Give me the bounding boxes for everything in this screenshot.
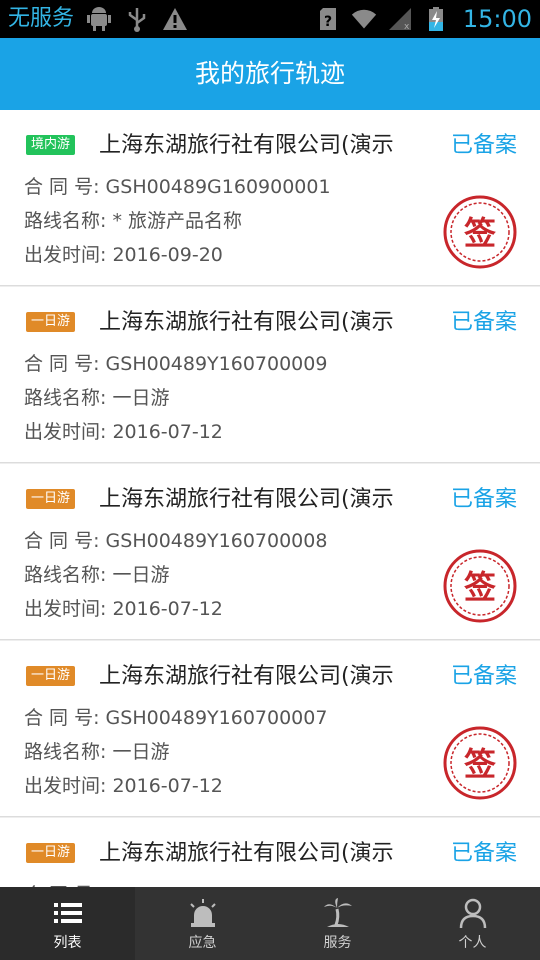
nav-label: 列表 [53, 935, 82, 951]
bottom-nav: 列表 应急 服务 个人 [0, 887, 540, 960]
nav-label: 服务 [323, 935, 352, 951]
departure-date: 2016-09-20 [112, 244, 223, 266]
route-row: 路线名称: * 旅游产品名称 [24, 206, 242, 236]
route-name: 一日游 [112, 387, 170, 409]
signal-icon: x [387, 6, 413, 32]
status-bar: 无服务 ? x 15:00 [0, 0, 540, 38]
sim-unknown-icon: ? [315, 6, 341, 32]
departure-label: 出发时间: [24, 598, 107, 620]
trip-card[interactable]: 一日游 上海东湖旅行社有限公司(演示 已备案 合 同 号: GSH00489Y1… [0, 641, 540, 817]
route-name: 一日游 [112, 741, 170, 763]
contract-label: 合 同 号: [24, 176, 100, 198]
company-name: 上海东湖旅行社有限公司(演示 [99, 841, 394, 866]
wifi-icon [351, 6, 377, 32]
contract-row: 合 同 号: GSH00489G160900001 [24, 172, 331, 202]
palm-tree-icon [323, 898, 352, 927]
contract-number: GSH00489Y160700009 [105, 353, 328, 375]
title-bar: 我的旅行轨迹 [0, 38, 540, 110]
nav-item-list[interactable]: 列表 [0, 887, 135, 960]
svg-text:x: x [404, 22, 410, 32]
carrier-text: 无服务 [8, 6, 75, 31]
departure-row: 出发时间: 2016-09-20 [24, 240, 223, 270]
signed-seal-icon: 签 [443, 549, 517, 623]
route-name: 一日游 [112, 564, 170, 586]
seal-text: 签 [464, 214, 496, 252]
trip-type-badge: 一日游 [26, 666, 76, 686]
contract-label: 合 同 号: [24, 707, 100, 729]
alarm-icon [189, 899, 216, 927]
company-name: 上海东湖旅行社有限公司(演示 [99, 133, 394, 158]
contract-row: 合 同 号: GSH00489Y160700009 [24, 349, 327, 379]
trip-card[interactable]: 一日游 上海东湖旅行社有限公司(演示 已备案 合 同 号: GSH00489Y1… [0, 287, 540, 463]
departure-date: 2016-07-12 [112, 421, 223, 443]
signed-seal-icon: 签 [443, 726, 517, 800]
departure-row: 出发时间: 2016-07-12 [24, 771, 223, 801]
android-icon [86, 6, 112, 32]
route-label: 路线名称: [24, 387, 107, 409]
clock-text: 15:00 [462, 5, 532, 33]
contract-label: 合 同 号: [24, 530, 100, 552]
departure-label: 出发时间: [24, 421, 107, 443]
nav-item-personal[interactable]: 个人 [405, 887, 540, 960]
departure-row: 出发时间: 2016-07-12 [24, 417, 223, 447]
trip-card[interactable]: 境内游 上海东湖旅行社有限公司(演示 已备案 合 同 号: GSH00489G1… [0, 110, 540, 286]
trip-list[interactable]: 境内游 上海东湖旅行社有限公司(演示 已备案 合 同 号: GSH00489G1… [0, 110, 540, 887]
route-label: 路线名称: [24, 564, 107, 586]
departure-label: 出发时间: [24, 244, 107, 266]
signed-seal-icon: 签 [443, 195, 517, 269]
nav-label: 应急 [188, 935, 217, 951]
departure-date: 2016-07-12 [112, 775, 223, 797]
trip-card[interactable]: 一日游 上海东湖旅行社有限公司(演示 已备案 合 同 号: [0, 818, 540, 887]
departure-row: 出发时间: 2016-07-12 [24, 594, 223, 624]
contract-number: GSH00489G160900001 [105, 176, 331, 198]
battery-charging-icon [423, 6, 449, 32]
record-status: 已备案 [450, 841, 517, 866]
route-row: 路线名称: 一日游 [24, 737, 169, 767]
trip-card[interactable]: 一日游 上海东湖旅行社有限公司(演示 已备案 合 同 号: GSH00489Y1… [0, 464, 540, 640]
list-icon [53, 903, 82, 923]
route-row: 路线名称: 一日游 [24, 383, 169, 413]
svg-text:?: ? [324, 14, 332, 30]
route-label: 路线名称: [24, 210, 107, 232]
warning-icon [162, 6, 188, 32]
seal-text: 签 [464, 568, 496, 606]
contract-row: 合 同 号: [24, 880, 99, 887]
contract-number: GSH00489Y160700008 [105, 530, 328, 552]
seal-text: 签 [464, 745, 496, 783]
trip-type-badge: 一日游 [26, 489, 76, 509]
trip-type-badge: 境内游 [26, 135, 76, 155]
company-name: 上海东湖旅行社有限公司(演示 [99, 487, 394, 512]
contract-number: GSH00489Y160700007 [105, 707, 328, 729]
trip-type-badge: 一日游 [26, 843, 76, 863]
record-status: 已备案 [450, 664, 517, 689]
record-status: 已备案 [450, 310, 517, 335]
company-name: 上海东湖旅行社有限公司(演示 [99, 664, 394, 689]
contract-row: 合 同 号: GSH00489Y160700008 [24, 526, 327, 556]
route-name: * 旅游产品名称 [112, 210, 242, 232]
route-row: 路线名称: 一日游 [24, 560, 169, 590]
departure-label: 出发时间: [24, 775, 107, 797]
nav-item-emergency[interactable]: 应急 [135, 887, 270, 960]
page-title: 我的旅行轨迹 [194, 59, 345, 88]
departure-date: 2016-07-12 [112, 598, 223, 620]
person-icon [459, 898, 486, 929]
nav-item-service[interactable]: 服务 [270, 887, 405, 960]
record-status: 已备案 [450, 133, 517, 158]
nav-label: 个人 [458, 935, 487, 951]
contract-row: 合 同 号: GSH00489Y160700007 [24, 703, 327, 733]
company-name: 上海东湖旅行社有限公司(演示 [99, 310, 394, 335]
route-label: 路线名称: [24, 741, 107, 763]
trip-type-badge: 一日游 [26, 312, 76, 332]
usb-icon [124, 6, 150, 32]
contract-label: 合 同 号: [24, 353, 100, 375]
record-status: 已备案 [450, 487, 517, 512]
